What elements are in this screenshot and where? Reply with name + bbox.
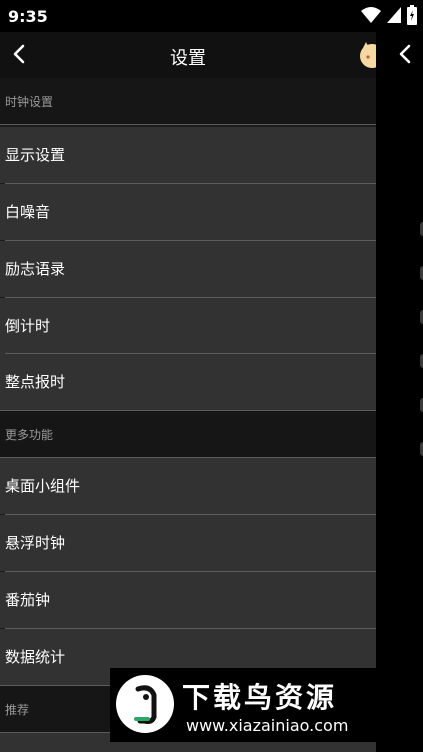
list-item-label: 整点报时: [5, 373, 66, 391]
battery-icon: [407, 5, 417, 25]
watermark-url: www.xiazainiao.com: [186, 716, 349, 735]
list-item-hourly-chime[interactable]: 整点报时: [0, 354, 376, 410]
list-item-label: 数据统计: [5, 648, 66, 666]
section-header-clock: 时钟设置: [0, 78, 376, 125]
list-item-label: 倒计时: [5, 317, 51, 335]
list-item-display-settings[interactable]: 显示设置: [0, 127, 376, 183]
list-item-label: 励志语录: [5, 260, 66, 278]
list-item-label: 悬浮时钟: [5, 534, 66, 552]
watermark: 下载鸟资源 www.xiazainiao.com: [110, 668, 404, 742]
watermark-title: 下载鸟资源: [182, 681, 338, 714]
list-item-widget[interactable]: 桌面小组件: [0, 458, 376, 514]
wifi-icon: [361, 7, 381, 23]
avatar[interactable]: [358, 40, 376, 68]
list-item-quotes[interactable]: 励志语录: [0, 241, 376, 297]
status-bar: 9:35: [0, 0, 423, 32]
bird-logo-icon: [116, 675, 174, 733]
section-title: 推荐: [5, 703, 30, 717]
background-screen: [376, 32, 423, 752]
app-bar: 设置: [0, 32, 376, 78]
signal-icon: [387, 7, 401, 23]
back-arrow-icon[interactable]: [394, 40, 418, 68]
list-item-label: 显示设置: [5, 146, 66, 164]
list-item-white-noise[interactable]: 白噪音: [0, 184, 376, 240]
list-item-countdown[interactable]: 倒计时: [0, 298, 376, 354]
list-item-label: 白噪音: [5, 203, 51, 221]
section-title: 更多功能: [5, 428, 54, 442]
page-title: 设置: [170, 48, 206, 69]
list-item-floating-clock[interactable]: 悬浮时钟: [0, 515, 376, 571]
cat-avatar-icon: [360, 42, 376, 68]
list-item-label: 番茄钟: [5, 591, 51, 609]
settings-panel: 设置 时钟设置 显示设置 白噪音 励志语录 倒计时 整点报时 更多功能 桌面小组…: [0, 32, 376, 752]
list-item-label: 桌面小组件: [5, 477, 81, 495]
status-icons: [361, 5, 417, 25]
list-item-pomodoro[interactable]: 番茄钟: [0, 572, 376, 628]
section-header-more: 更多功能: [0, 411, 376, 458]
status-time: 9:35: [8, 6, 48, 26]
section-title: 时钟设置: [5, 95, 54, 109]
